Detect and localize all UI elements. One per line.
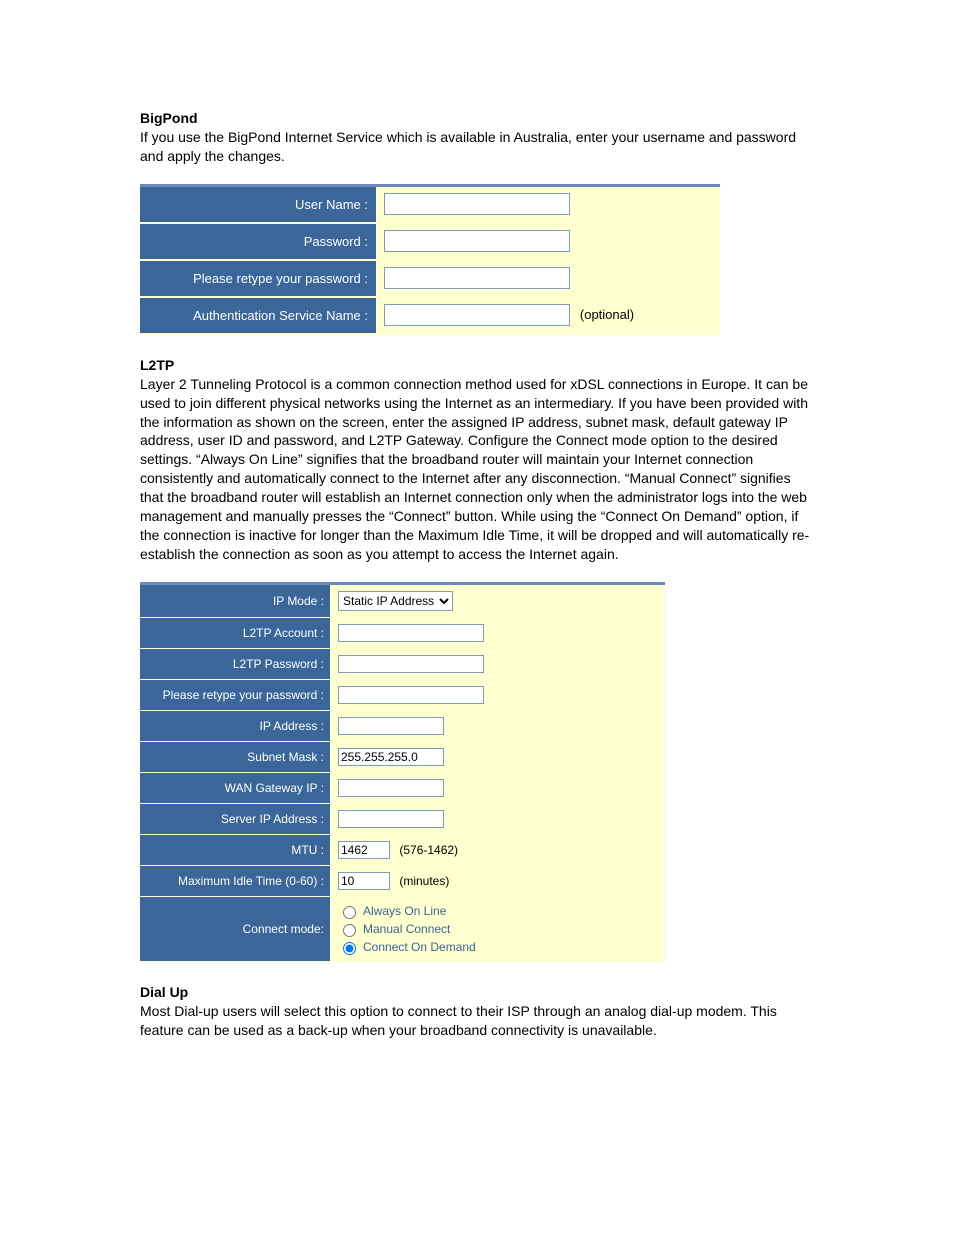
bigpond-panel: User Name : Password : Please retype you… [140, 184, 720, 335]
dialup-desc: Most Dial-up users will select this opti… [140, 1002, 814, 1040]
auth-service-note: (optional) [580, 307, 634, 322]
l2tp-retype-input[interactable] [338, 686, 484, 704]
retype-password-label: Please retype your password : [140, 260, 376, 297]
l2tp-panel: IP Mode : Static IP Address L2TP Account… [140, 582, 665, 962]
ip-address-input[interactable] [338, 717, 444, 735]
connect-mode-manual-radio[interactable] [343, 924, 356, 937]
password-label: Password : [140, 223, 376, 260]
retype-password-input[interactable] [384, 267, 570, 289]
password-input[interactable] [384, 230, 570, 252]
subnet-mask-input[interactable] [338, 748, 444, 766]
server-ip-input[interactable] [338, 810, 444, 828]
max-idle-unit: (minutes) [399, 874, 449, 888]
connect-mode-always-text: Always On Line [363, 904, 446, 918]
ip-mode-label: IP Mode : [140, 583, 330, 617]
l2tp-account-input[interactable] [338, 624, 484, 642]
connect-mode-demand-radio[interactable] [343, 942, 356, 955]
username-input[interactable] [384, 193, 570, 215]
max-idle-input[interactable] [338, 872, 390, 890]
connect-mode-label: Connect mode: [140, 896, 330, 961]
l2tp-retype-label: Please retype your password : [140, 679, 330, 710]
max-idle-label: Maximum Idle Time (0-60) : [140, 865, 330, 896]
wan-gateway-label: WAN Gateway IP : [140, 772, 330, 803]
username-label: User Name : [140, 185, 376, 223]
l2tp-heading: L2TP [140, 357, 814, 373]
connect-mode-manual[interactable]: Manual Connect [338, 921, 657, 937]
connect-mode-always-radio[interactable] [343, 906, 356, 919]
ip-mode-select[interactable]: Static IP Address [338, 591, 453, 611]
auth-service-input[interactable] [384, 304, 570, 326]
wan-gateway-input[interactable] [338, 779, 444, 797]
connect-mode-always[interactable]: Always On Line [338, 903, 657, 919]
connect-mode-demand-text: Connect On Demand [363, 940, 476, 954]
l2tp-password-input[interactable] [338, 655, 484, 673]
subnet-mask-label: Subnet Mask : [140, 741, 330, 772]
bigpond-heading: BigPond [140, 110, 814, 126]
mtu-label: MTU : [140, 834, 330, 865]
l2tp-account-label: L2TP Account : [140, 617, 330, 648]
ip-address-label: IP Address : [140, 710, 330, 741]
mtu-range: (576-1462) [399, 843, 458, 857]
auth-service-label: Authentication Service Name : [140, 297, 376, 334]
server-ip-label: Server IP Address : [140, 803, 330, 834]
mtu-input[interactable] [338, 841, 390, 859]
bigpond-desc: If you use the BigPond Internet Service … [140, 128, 814, 166]
connect-mode-manual-text: Manual Connect [363, 922, 450, 936]
dialup-heading: Dial Up [140, 984, 814, 1000]
l2tp-password-label: L2TP Password : [140, 648, 330, 679]
l2tp-desc: Layer 2 Tunneling Protocol is a common c… [140, 375, 814, 564]
connect-mode-demand[interactable]: Connect On Demand [338, 939, 657, 955]
